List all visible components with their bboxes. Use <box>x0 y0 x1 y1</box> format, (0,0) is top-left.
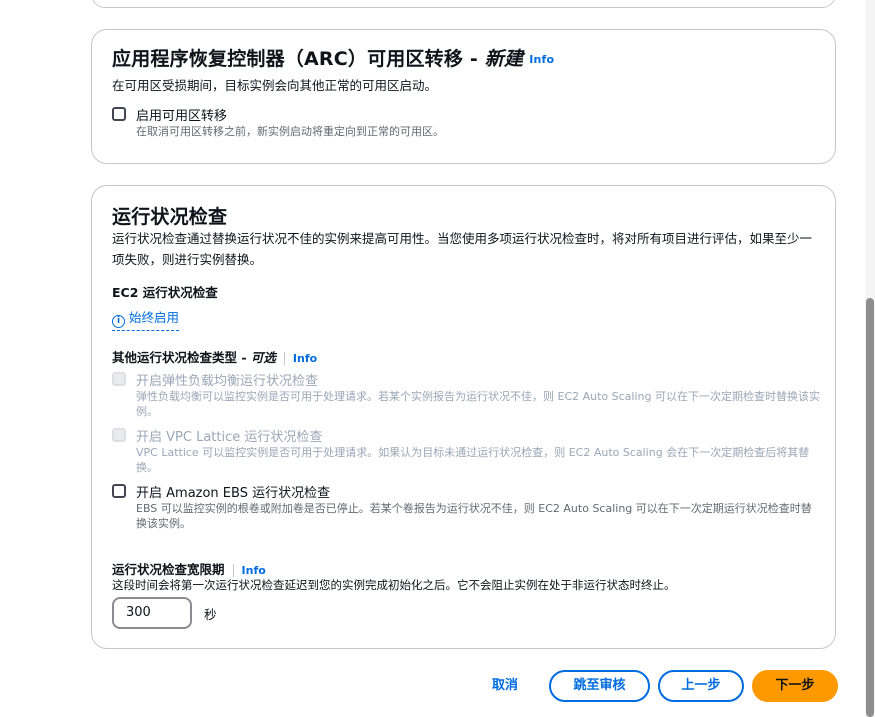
info-circle-icon: i <box>112 315 125 328</box>
grace-period-label-text: 运行状况检查宽限期 <box>112 562 225 577</box>
grace-period-unit: 秒 <box>204 607 217 622</box>
ebs-health-help: EBS 可以监控实例的根卷或附加卷是否已停止。若某个卷报告为运行状况不佳，则 E… <box>136 502 812 530</box>
arc-zonal-shift-card: 应用程序恢复控制器（ARC）可用区转移 - 新建 Info 在可用区受损期间，目标… <box>91 29 836 164</box>
vpc-lattice-health-checkbox[interactable] <box>112 428 126 442</box>
enable-zonal-shift-label[interactable]: 启用可用区转移 <box>136 105 227 124</box>
arc-title: 应用程序恢复控制器（ARC）可用区转移 - 新建 Info <box>112 44 554 71</box>
health-title: 运行状况检查 <box>112 206 228 228</box>
arc-description: 在可用区受损期间，目标实例会向其他正常的可用区启动。 <box>112 78 438 93</box>
other-health-info-link[interactable]: Info <box>293 352 317 365</box>
ec2-health-label: EC2 运行状况检查 <box>112 285 218 300</box>
grace-period-label: 运行状况检查宽限期 Info <box>112 559 266 578</box>
grace-period-input[interactable]: 300 <box>112 597 192 629</box>
elb-health-label[interactable]: 开启弹性负载均衡运行状况检查 <box>136 370 318 389</box>
scrollbar-thumb[interactable] <box>866 298 874 717</box>
next-button[interactable]: 下一步 <box>752 670 838 702</box>
skip-to-review-button[interactable]: 跳至审核 <box>549 670 650 702</box>
arc-title-new: 新建 <box>484 48 524 70</box>
ebs-health-label[interactable]: 开启 Amazon EBS 运行状况检查 <box>136 482 330 501</box>
health-checks-card: 运行状况检查 运行状况检查通过替换运行状况不佳的实例来提高可用性。当您使用多项运… <box>91 185 836 649</box>
ec2-always-enabled[interactable]: i 始终启用 <box>112 307 180 331</box>
previous-button[interactable]: 上一步 <box>658 670 744 702</box>
arc-title-text: 应用程序恢复控制器（ARC）可用区转移 - <box>112 48 485 70</box>
cancel-button[interactable]: 取消 <box>480 670 530 702</box>
ebs-health-checkbox[interactable] <box>112 484 126 498</box>
grace-period-info-link[interactable]: Info <box>242 564 266 577</box>
divider <box>232 564 234 577</box>
other-health-label-text: 其他运行状况检查类型 - <box>112 350 251 365</box>
elb-health-help: 弹性负载均衡可以监控实例是否可用于处理请求。若某个实例报告为运行状况不佳，则 E… <box>136 390 820 418</box>
vpc-lattice-health-label[interactable]: 开启 VPC Lattice 运行状况检查 <box>136 426 322 445</box>
vpc-lattice-health-help: VPC Lattice 可以监控实例是否可用于处理请求。如果认为目标未通过运行状… <box>136 446 810 474</box>
ec2-always-enabled-text: 始终启用 <box>129 310 180 325</box>
other-health-label: 其他运行状况检查类型 - 可选 Info <box>112 347 317 366</box>
grace-period-description: 这段时间会将第一次运行状况检查延迟到您的实例完成初始化之后。它不会阻止实例在处于… <box>112 578 676 592</box>
enable-zonal-shift-checkbox[interactable] <box>112 107 126 121</box>
previous-section-card <box>91 0 836 8</box>
health-description: 运行状况检查通过替换运行状况不佳的实例来提高可用性。当您使用多项运行状况检查时，… <box>112 231 813 267</box>
other-health-optional: 可选 <box>250 350 276 365</box>
arc-info-link[interactable]: Info <box>529 53 554 66</box>
elb-health-checkbox[interactable] <box>112 372 126 386</box>
divider <box>283 352 285 365</box>
enable-zonal-shift-help: 在取消可用区转移之前，新实例启动将重定向到正常的可用区。 <box>136 125 444 138</box>
